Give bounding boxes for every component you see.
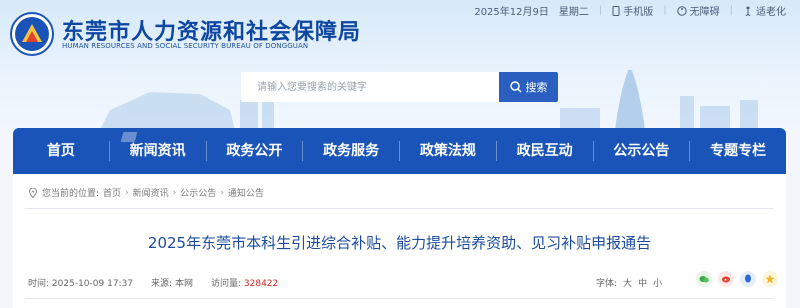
breadcrumb-separator: › xyxy=(172,187,177,198)
font-size-medium[interactable]: 中 xyxy=(638,276,647,289)
nav-item-news[interactable]: 新闻资讯 xyxy=(110,128,206,174)
breadcrumb-announcements[interactable]: 公示公告 xyxy=(180,186,216,199)
nav-item-government-affairs[interactable]: 政务公开 xyxy=(207,128,303,174)
accessibility-icon xyxy=(676,5,687,16)
hits-label: 访问量: xyxy=(210,279,242,289)
search-button[interactable]: 搜索 xyxy=(499,72,558,102)
article-title: 2025年东莞市本科生引进综合补贴、能力提升培养资助、见习补贴申报通告 xyxy=(147,234,652,252)
nav-item-announcements[interactable]: 公示公告 xyxy=(594,128,690,174)
nav-item-home[interactable]: 首页 xyxy=(13,128,109,174)
hit-count: 328422 xyxy=(243,279,279,289)
nav-item-policies[interactable]: 政策法规 xyxy=(400,128,496,174)
mobile-version-link[interactable]: 手机版 xyxy=(612,3,653,18)
breadcrumb-home[interactable]: 首页 xyxy=(103,186,121,199)
current-weekday: 星期二 xyxy=(558,7,589,18)
publish-time: 2025-10-09 17:37 xyxy=(51,279,134,289)
mobile-icon xyxy=(612,5,620,16)
search-icon xyxy=(509,81,522,93)
breadcrumb: 您当前的位置: 首页 › 新闻资讯 › 公示公告 › 通知公告 xyxy=(28,186,264,199)
breadcrumb-separator: › xyxy=(125,187,129,198)
location-pin-icon xyxy=(28,187,38,198)
top-utility-bar: 2025年12月9日 星期二 | 手机版 | 无障碍 | 适老化 xyxy=(474,3,786,18)
time-label: 时间: xyxy=(28,279,50,289)
breadcrumb-prefix: 您当前的位置: xyxy=(42,189,100,199)
accessibility-link[interactable]: 无障碍 xyxy=(676,3,720,18)
nav-item-interaction[interactable]: 政民互动 xyxy=(497,128,593,174)
breadcrumb-separator: › xyxy=(220,187,224,198)
divider xyxy=(25,298,774,299)
share-buttons xyxy=(696,271,778,287)
bureau-logo-icon xyxy=(10,12,54,56)
font-size-label: 字体: xyxy=(596,279,618,289)
nav-item-government-services[interactable]: 政务服务 xyxy=(303,128,399,174)
nav-item-special-topics[interactable]: 专题专栏 xyxy=(690,128,786,174)
font-size-controls: 字体: 大 中 小 xyxy=(596,276,662,289)
font-size-small[interactable]: 小 xyxy=(653,276,662,289)
source-label: 来源: xyxy=(151,279,173,289)
current-date: 2025年12月9日 xyxy=(474,7,549,18)
weibo-share-icon[interactable] xyxy=(718,271,734,287)
qzone-share-icon[interactable] xyxy=(762,271,778,287)
wechat-share-icon[interactable] xyxy=(696,271,712,287)
search-input[interactable] xyxy=(241,72,499,102)
article-source: 本网 xyxy=(174,279,193,289)
header-banner: 2025年12月9日 星期二 | 手机版 | 无障碍 | 适老化 东莞市人力资源… xyxy=(0,0,800,130)
article-meta: 时间: 2025-10-09 17:37 来源: 本网 访问量: 328422 xyxy=(28,276,278,289)
article-panel: 您当前的位置: 首页 › 新闻资讯 › 公示公告 › 通知公告 2025年东莞市… xyxy=(13,174,786,308)
divider xyxy=(25,208,774,209)
search-bar: 搜索 xyxy=(241,72,558,102)
elderly-icon xyxy=(745,6,751,16)
font-size-large[interactable]: 大 xyxy=(623,276,632,289)
main-nav: 首页 新闻资讯 政务公开 政务服务 政策法规 政民互动 公示公告 专题专栏 xyxy=(13,128,786,174)
breadcrumb-news[interactable]: 新闻资讯 xyxy=(133,186,169,199)
site-title-english: HUMAN RESOURCES AND SOCIAL SECURITY BURE… xyxy=(62,42,309,50)
qq-share-icon[interactable] xyxy=(740,271,756,287)
breadcrumb-notices[interactable]: 通知公告 xyxy=(228,186,264,199)
elderly-mode-link[interactable]: 适老化 xyxy=(743,3,786,18)
